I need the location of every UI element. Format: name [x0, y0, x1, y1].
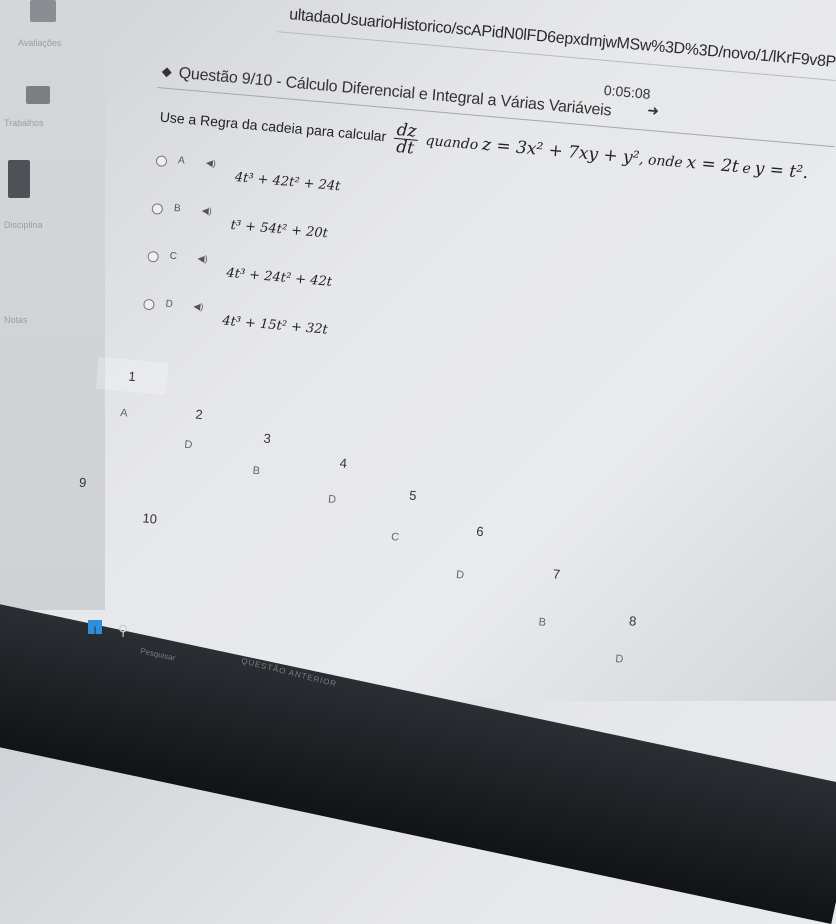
- speaker-icon[interactable]: ◀): [201, 205, 212, 217]
- grid-question-6[interactable]: 6: [444, 512, 517, 550]
- question-page: ultadaoUsuarioHistorico/scAPidN0lFD6epxd…: [78, 0, 836, 758]
- sidebar-item-notas[interactable]: Notas: [4, 315, 94, 325]
- grid-answer-4: D: [327, 493, 337, 507]
- timer: 0:05:08: [603, 81, 652, 102]
- radio-button[interactable]: [142, 298, 155, 311]
- search-icon[interactable]: ⚲: [118, 622, 128, 639]
- grid-question-4[interactable]: 4: [307, 444, 380, 482]
- option-d[interactable]: D ◀) 4t³ + 15t² + 32t: [141, 297, 328, 338]
- derivative-fraction: dz dt: [393, 120, 420, 159]
- grid-answer-3: B: [252, 464, 261, 478]
- sidebar-item-disciplina[interactable]: Disciplina: [4, 220, 94, 230]
- sidebar-item-label: Disciplina: [4, 220, 43, 230]
- option-a[interactable]: A ◀) 4t³ + 42t² + 24t: [153, 153, 341, 194]
- grid-question-9[interactable]: 9: [46, 463, 119, 501]
- speaker-icon[interactable]: ◀): [193, 301, 204, 313]
- windows-start-icon[interactable]: [88, 620, 102, 634]
- grid-answer-2: D: [183, 438, 193, 452]
- option-expression: t³ + 54t² + 20t: [230, 217, 329, 242]
- prompt-e: e: [741, 160, 752, 178]
- back-arrow-icon[interactable]: ◆: [161, 63, 172, 80]
- expression-y: y = t².: [753, 158, 810, 184]
- radio-button[interactable]: [155, 155, 168, 168]
- fraction-denominator: dt: [395, 137, 415, 159]
- grid-answer-5: C: [390, 531, 400, 544]
- option-expression: 4t³ + 15t² + 32t: [221, 313, 329, 338]
- option-expression: 4t³ + 24t² + 42t: [225, 265, 333, 290]
- grid-question-5[interactable]: 5: [377, 476, 450, 514]
- grid-answer-7: B: [538, 616, 547, 629]
- prompt-onde: , onde: [638, 151, 684, 172]
- sidebar-item-label: Notas: [4, 315, 28, 325]
- grid-question-1[interactable]: 1: [95, 356, 169, 395]
- sidebar-item-label: Avaliações: [18, 38, 62, 48]
- grid-answer-1: A: [119, 406, 129, 420]
- sidebar-item-trabalhos[interactable]: Trabalhos: [4, 118, 94, 128]
- grid-answer-6: D: [455, 568, 465, 582]
- tools-icon: [26, 86, 50, 104]
- option-expression: 4t³ + 42t² + 24t: [234, 170, 341, 195]
- option-letter: C: [169, 250, 178, 263]
- prompt-when: quando: [424, 132, 479, 154]
- radio-button[interactable]: [147, 250, 160, 263]
- speaker-icon[interactable]: ◀): [197, 253, 208, 265]
- sidebar-item-avaliacoes[interactable]: Avaliações: [18, 38, 108, 48]
- grid-question-10[interactable]: 10: [114, 499, 187, 537]
- radio-button[interactable]: [151, 202, 164, 215]
- option-b[interactable]: B ◀) t³ + 54t² + 20t: [149, 201, 328, 241]
- expression-z: z = 3x² + 7xy + y²: [481, 134, 641, 169]
- book-icon: [8, 160, 30, 198]
- option-letter: D: [165, 298, 174, 311]
- option-letter: A: [177, 155, 186, 167]
- option-letter: B: [173, 202, 182, 215]
- option-c[interactable]: C ◀) 4t³ + 24t² + 42t: [145, 249, 332, 290]
- expression-x: x = 2t: [685, 152, 740, 178]
- prompt-prefix: Use a Regra da cadeia para calcular: [159, 108, 387, 145]
- grid-question-7[interactable]: 7: [520, 555, 593, 593]
- address-bar[interactable]: ultadaoUsuarioHistorico/scAPidN0lFD6epxd…: [288, 6, 836, 77]
- next-arrow-icon[interactable]: ➜: [647, 102, 660, 120]
- grid-answer-8: D: [614, 653, 624, 666]
- grid-question-3[interactable]: 3: [231, 419, 304, 457]
- sidebar-item-label: Trabalhos: [4, 118, 44, 128]
- folder-icon: [30, 0, 56, 22]
- sidebar: Avaliações Trabalhos Disciplina Notas: [0, 0, 105, 610]
- grid-question-8[interactable]: 8: [597, 601, 670, 639]
- speaker-icon[interactable]: ◀): [206, 158, 217, 170]
